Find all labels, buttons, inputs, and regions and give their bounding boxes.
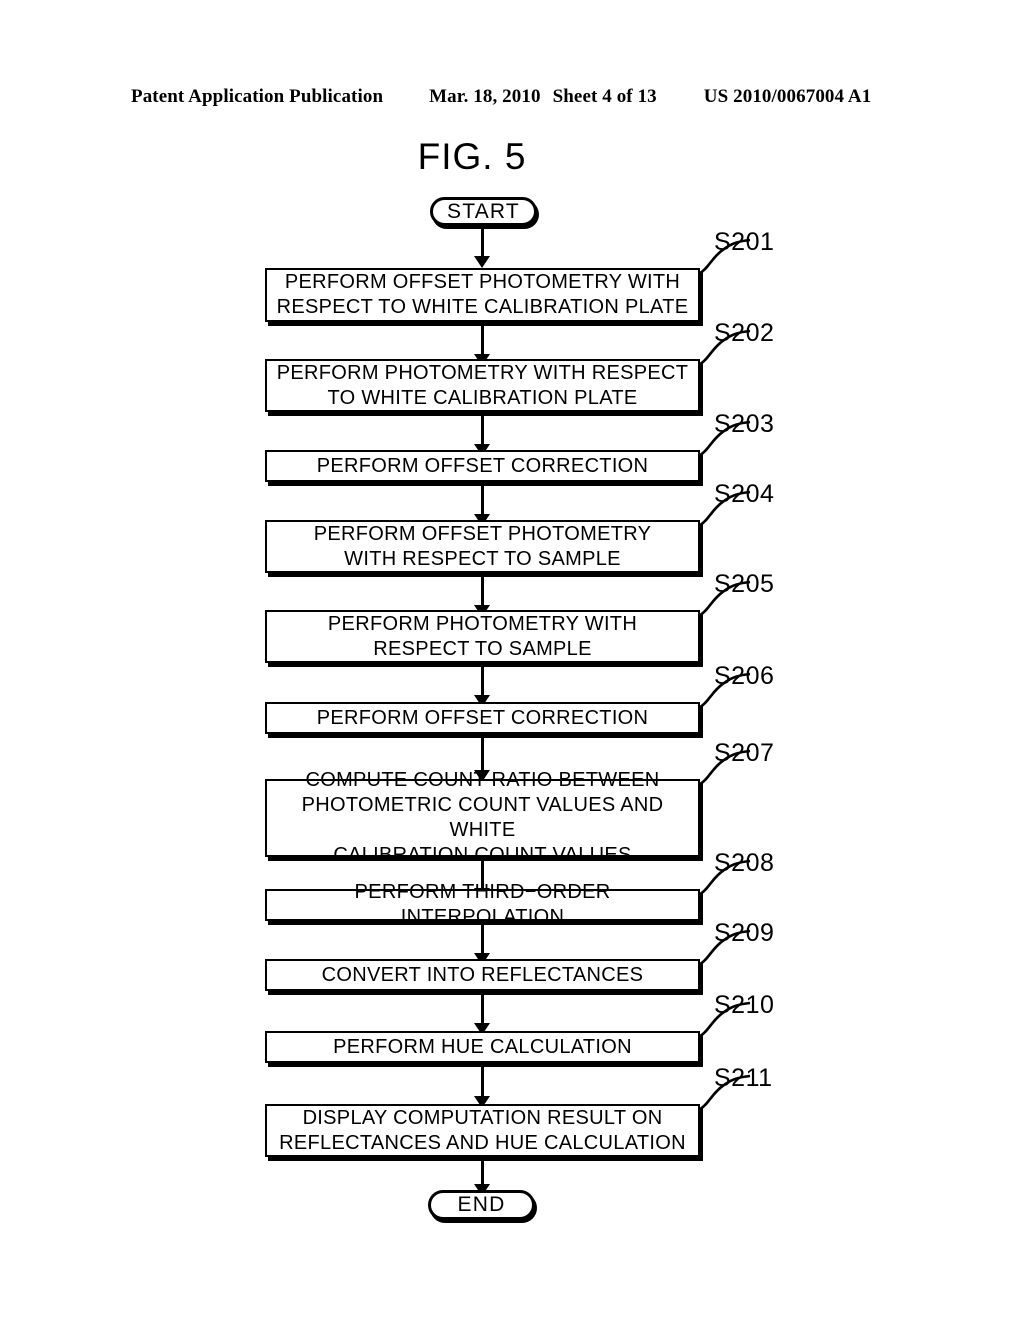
step-ref-s211: S211 xyxy=(714,1064,773,1092)
flow-node-s201: PERFORM OFFSET PHOTOMETRY WITH RESPECT T… xyxy=(265,268,700,322)
flow-node-s204-text: PERFORM OFFSET PHOTOMETRY WITH RESPECT T… xyxy=(313,522,652,570)
step-ref-s208: S208 xyxy=(714,849,775,877)
flow-node-s202: PERFORM PHOTOMETRY WITH RESPECT TO WHITE… xyxy=(265,359,700,412)
flow-node-s205: PERFORM PHOTOMETRY WITH RESPECT TO SAMPL… xyxy=(265,610,700,663)
step-ref-s204: S204 xyxy=(714,480,775,508)
arrowhead-start-to-s201 xyxy=(474,256,490,268)
flowchart: START PERFORM OFFSET PHOTOMETRY WITH RES… xyxy=(0,0,1024,1320)
flow-node-s207-text: COMPUTE COUNT RATIO BETWEEN PHOTOMETRIC … xyxy=(301,769,664,866)
flow-node-s206-text: PERFORM OFFSET CORRECTION xyxy=(316,706,649,729)
flow-node-s203-text: PERFORM OFFSET CORRECTION xyxy=(316,454,649,477)
flow-node-s209: CONVERT INTO REFLECTANCES xyxy=(265,959,700,991)
step-ref-s207: S207 xyxy=(714,739,775,767)
flow-node-s208-text: PERFORM THIRD−ORDER INTERPOLATION xyxy=(354,881,611,928)
flow-node-s211-text: DISPLAY COMPUTATION RESULT ON REFLECTANC… xyxy=(279,1106,686,1154)
flow-node-s207: COMPUTE COUNT RATIO BETWEEN PHOTOMETRIC … xyxy=(265,769,700,866)
flow-node-s201-text: PERFORM OFFSET PHOTOMETRY WITH RESPECT T… xyxy=(276,271,689,318)
flow-end-terminal: END xyxy=(428,1190,535,1220)
step-ref-s203: S203 xyxy=(714,410,775,438)
flow-start-terminal: START xyxy=(430,197,537,226)
flow-node-s203: PERFORM OFFSET CORRECTION xyxy=(265,450,700,482)
flow-node-s206: PERFORM OFFSET CORRECTION xyxy=(265,702,700,734)
step-ref-s210: S210 xyxy=(714,991,775,1019)
flow-end-label: END xyxy=(457,1193,506,1216)
flow-node-s211: DISPLAY COMPUTATION RESULT ON REFLECTANC… xyxy=(265,1104,700,1157)
flow-node-s204: PERFORM OFFSET PHOTOMETRY WITH RESPECT T… xyxy=(265,520,700,573)
flow-node-s209-text: CONVERT INTO REFLECTANCES xyxy=(321,963,644,986)
step-ref-s201: S201 xyxy=(714,228,775,256)
flow-node-s210: PERFORM HUE CALCULATION xyxy=(265,1031,700,1063)
step-ref-s205: S205 xyxy=(714,570,775,598)
patent-drawing-page: Patent Application Publication Mar. 18, … xyxy=(0,0,1024,1320)
flow-node-s210-text: PERFORM HUE CALCULATION xyxy=(333,1035,632,1058)
step-ref-s206: S206 xyxy=(714,662,775,690)
flow-node-s208: PERFORM THIRD−ORDER INTERPOLATION xyxy=(265,881,700,928)
flow-node-s202-text: PERFORM PHOTOMETRY WITH RESPECT TO WHITE… xyxy=(276,361,689,409)
step-ref-s202: S202 xyxy=(714,319,775,347)
flow-start-label: START xyxy=(447,199,520,223)
step-ref-s209: S209 xyxy=(714,919,775,947)
flow-node-s205-text: PERFORM PHOTOMETRY WITH RESPECT TO SAMPL… xyxy=(327,612,638,660)
